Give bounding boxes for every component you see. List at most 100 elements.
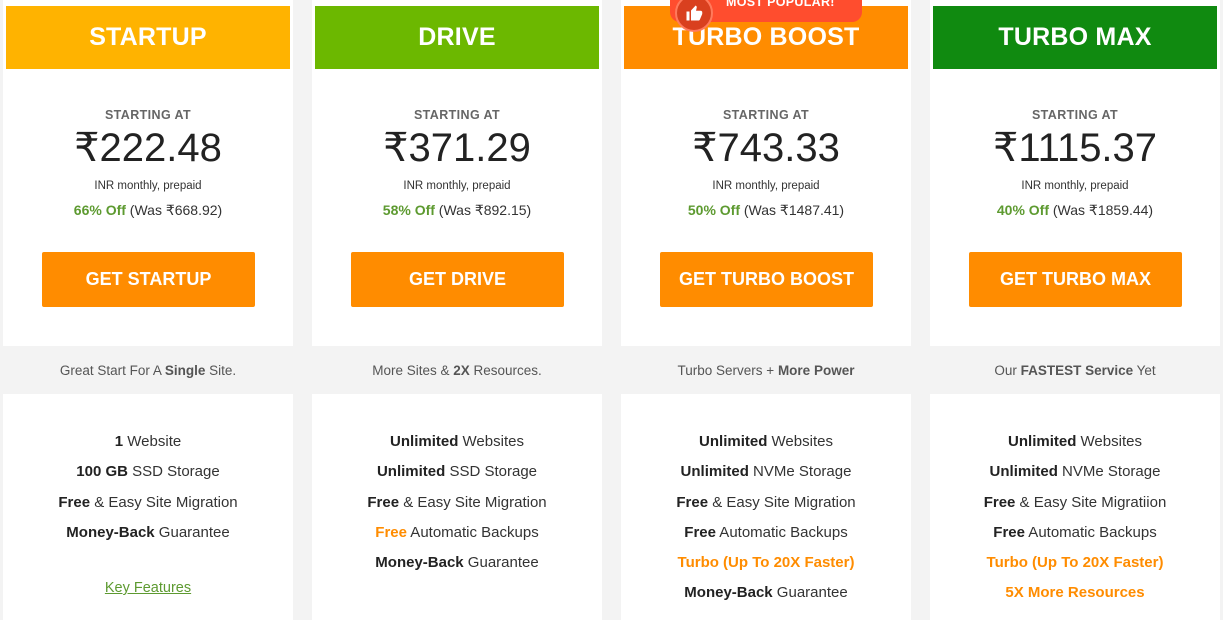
plan-title: DRIVE — [315, 6, 599, 69]
feature-item: Unlimited Websites — [930, 431, 1220, 461]
feature-text: Guarantee — [772, 584, 848, 602]
plan-tagline: Our FASTEST Service Yet — [930, 346, 1220, 394]
feature-item: Money-Back Guarantee — [3, 522, 293, 552]
feature-item: Money-Back Guarantee — [621, 582, 911, 612]
discount-percent: 50% Off — [687, 202, 740, 218]
billing-note: INR monthly, prepaid — [712, 180, 820, 192]
feature-highlight: 100 GB — [76, 463, 128, 481]
plan-card-turbo-max: TURBO MAX STARTING AT ₹1115.37 INR month… — [930, 0, 1220, 620]
feature-item: Free & Easy Site Migration — [3, 492, 293, 522]
tagline-text: Great Start For A — [59, 362, 165, 378]
feature-item: Free Automatic Backups — [930, 522, 1220, 552]
original-price: (Was ₹1859.44) — [1052, 202, 1154, 218]
feature-text: Websites — [767, 433, 833, 450]
feature-highlight: Money-Back — [66, 523, 155, 541]
feature-item: Free & Easy Site Migration — [312, 492, 602, 522]
feature-highlight: Turbo (Up To 20X Faster) — [677, 554, 855, 572]
plan-card-drive: DRIVE STARTING AT ₹371.29 INR monthly, p… — [312, 0, 602, 620]
feature-highlight: Free — [983, 493, 1016, 511]
discount-percent: 40% Off — [996, 202, 1049, 218]
plan-price: ₹222.48 — [74, 126, 222, 170]
feature-item: Turbo (Up To 20X Faster) — [621, 552, 911, 582]
feature-item: Turbo (Up To 20X Faster) — [930, 552, 1220, 582]
tagline-text: Site. — [205, 362, 237, 378]
feature-list: Unlimited Websites Unlimited NVMe Storag… — [621, 431, 911, 613]
plan-title: TURBO MAX — [933, 6, 1217, 69]
feature-text: Website — [123, 433, 182, 450]
feature-text: SSD Storage — [127, 463, 220, 481]
feature-item: Free & Easy Site Migratiion — [930, 492, 1220, 522]
original-price: (Was ₹668.92) — [129, 202, 223, 218]
discount-line: 40% Off (Was ₹1859.44) — [930, 202, 1220, 219]
plan-price: ₹1115.37 — [992, 126, 1158, 170]
feature-list: Unlimited Websites Unlimited SSD Storage… — [312, 431, 602, 582]
tagline-highlight: FASTEST Service — [1020, 362, 1134, 378]
feature-highlight: Free — [993, 523, 1025, 541]
starting-at-label: STARTING AT — [413, 108, 501, 122]
feature-highlight: Unlimited — [680, 463, 749, 481]
feature-highlight: 5X More Resources — [1005, 584, 1145, 602]
feature-text: Automatic Backups — [1024, 523, 1157, 541]
feature-text: & Easy Site Migration — [399, 493, 547, 511]
feature-item: Unlimited SSD Storage — [312, 461, 602, 491]
plan-title: STARTUP — [6, 6, 290, 69]
get-turbo-boost-button[interactable]: GET TURBO BOOST — [660, 252, 873, 307]
feature-highlight: Money-Back — [375, 554, 464, 572]
tagline-text: Turbo Servers + — [677, 362, 778, 378]
feature-highlight: Turbo (Up To 20X Faster) — [986, 554, 1164, 572]
plan-price: ₹371.29 — [383, 126, 531, 170]
feature-highlight: Unlimited — [699, 433, 768, 450]
feature-text: Guarantee — [154, 523, 230, 541]
feature-item: Unlimited Websites — [621, 431, 911, 461]
feature-list: Unlimited Websites Unlimited NVMe Storag… — [930, 431, 1220, 613]
most-popular-ribbon: MOST POPULAR! — [670, 0, 862, 32]
tagline-highlight: Single — [164, 362, 206, 378]
feature-highlight: 1 — [114, 433, 124, 450]
feature-highlight: Money-Back — [684, 584, 773, 602]
feature-highlight: Unlimited — [376, 463, 446, 481]
discount-percent: 66% Off — [73, 202, 126, 218]
feature-highlight: Free — [684, 523, 716, 541]
feature-highlight: Unlimited — [1008, 433, 1077, 450]
get-turbo-max-button[interactable]: GET TURBO MAX — [969, 252, 1182, 307]
feature-item: 1 Website — [3, 431, 293, 461]
get-drive-button[interactable]: GET DRIVE — [351, 252, 564, 307]
discount-line: 66% Off (Was ₹668.92) — [3, 202, 293, 219]
feature-item: Unlimited NVMe Storage — [930, 461, 1220, 491]
discount-line: 50% Off (Was ₹1487.41) — [621, 202, 911, 219]
feature-item: Free Automatic Backups — [621, 522, 911, 552]
plan-card-turbo-boost: TURBO BOOST STARTING AT ₹743.33 INR mont… — [621, 0, 911, 620]
feature-highlight: Unlimited — [989, 463, 1058, 481]
feature-text: & Easy Site Migration — [90, 493, 238, 511]
feature-item: Free Automatic Backups — [312, 522, 602, 552]
feature-text: & Easy Site Migration — [708, 493, 856, 511]
feature-highlight: Free — [375, 523, 407, 541]
plan-card-startup: STARTUP STARTING AT ₹222.48 INR monthly,… — [3, 0, 293, 620]
feature-item: Money-Back Guarantee — [312, 552, 602, 582]
feature-highlight: Free — [367, 493, 400, 511]
tagline-highlight: 2X — [453, 362, 470, 378]
plan-tagline: Turbo Servers + More Power — [621, 346, 911, 394]
tagline-text: Our — [994, 362, 1021, 378]
feature-text: Guarantee — [463, 554, 539, 572]
starting-at-label: STARTING AT — [1031, 108, 1119, 122]
tagline-highlight: More Power — [777, 362, 855, 378]
plan-tagline: More Sites & 2X Resources. — [312, 346, 602, 394]
feature-highlight: Free — [676, 493, 709, 511]
starting-at-label: STARTING AT — [104, 108, 192, 122]
get-startup-button[interactable]: GET STARTUP — [42, 252, 255, 307]
plan-tagline: Great Start For A Single Site. — [3, 346, 293, 394]
discount-percent: 58% Off — [382, 202, 435, 218]
feature-text: Websites — [1076, 433, 1142, 450]
feature-list: 1 Website 100 GB SSD Storage Free & Easy… — [3, 431, 293, 552]
ribbon-label: MOST POPULAR! — [726, 0, 835, 9]
billing-note: INR monthly, prepaid — [94, 180, 202, 192]
feature-text: NVMe Storage — [748, 463, 852, 481]
feature-item: 100 GB SSD Storage — [3, 461, 293, 491]
feature-highlight: Unlimited — [390, 433, 459, 450]
plan-price: ₹743.33 — [692, 126, 840, 170]
original-price: (Was ₹892.15) — [438, 202, 532, 218]
feature-highlight: Free — [58, 493, 91, 511]
key-features-link[interactable]: Key Features — [3, 580, 293, 596]
feature-text: Automatic Backups — [715, 523, 848, 541]
